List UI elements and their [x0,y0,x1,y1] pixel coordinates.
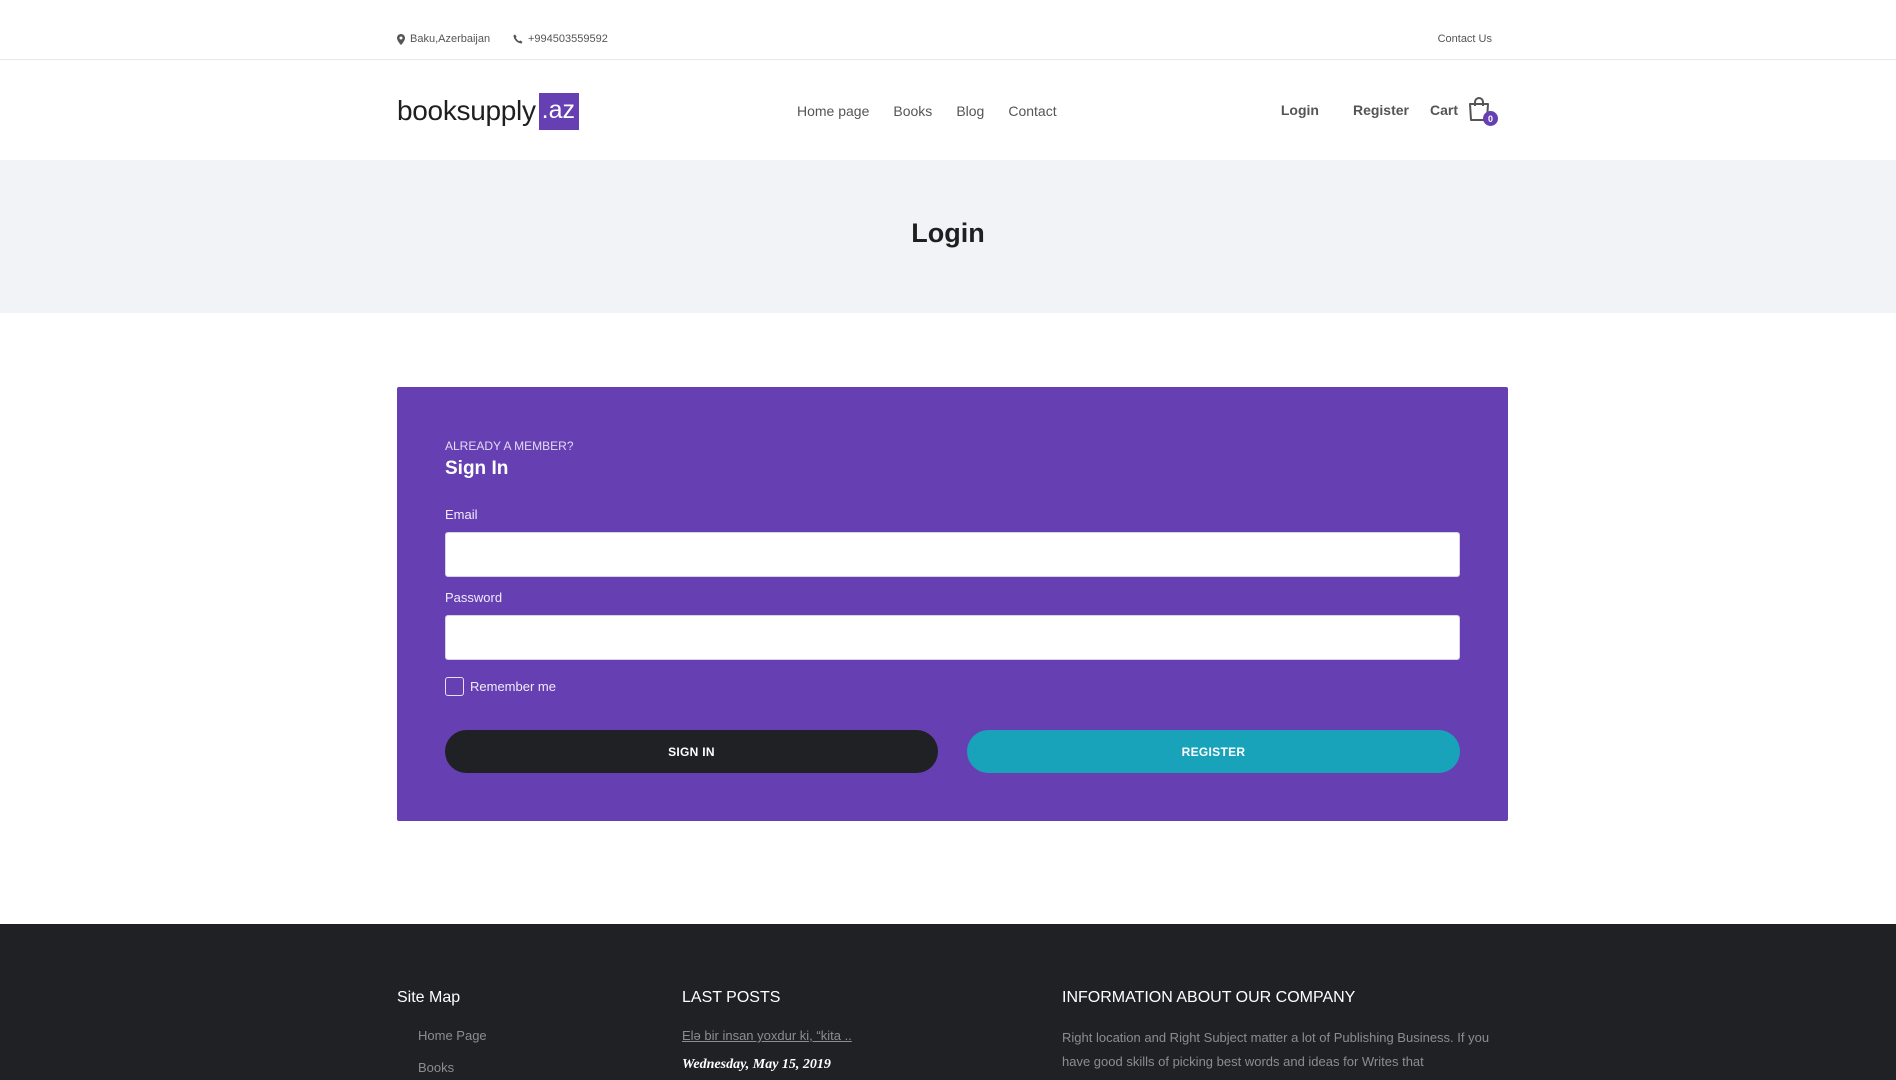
login-link[interactable]: Login [1281,102,1319,118]
email-field[interactable] [445,532,1460,577]
sign-in-button[interactable]: SIGN IN [445,730,938,773]
last-post-date: Wednesday, May 15, 2019 [682,1057,831,1072]
cart-link[interactable]: Cart [1430,102,1458,118]
site-map-title: Site Map [397,989,461,1006]
company-info-title: INFORMATION ABOUT OUR COMPANY [1062,989,1356,1006]
top-bar: Baku,Azerbaijan +994503559592 Contact Us [0,0,1896,60]
phone-info: +994503559592 [513,33,608,45]
footer-link-books[interactable]: Books [418,1060,454,1075]
last-posts-title: LAST POSTS [682,989,781,1006]
password-field[interactable] [445,615,1460,660]
register-button[interactable]: REGISTER [967,730,1460,773]
footer-link-home-page[interactable]: Home Page [418,1028,487,1043]
nav-blog[interactable]: Blog [956,103,984,119]
phone-icon [513,34,523,44]
location-text: Baku,Azerbaijan [410,33,491,45]
cart-button[interactable]: 0 [1468,96,1498,126]
map-marker-icon [397,33,405,45]
email-label: Email [445,507,478,522]
nav-books[interactable]: Books [893,103,932,119]
sign-in-card: ALREADY A MEMBER? Sign In Email Password… [397,387,1508,821]
site-header: booksupply .az Home page Books Blog Cont… [0,61,1896,160]
remember-me-checkbox[interactable] [445,677,464,696]
nav-home-page[interactable]: Home page [797,103,869,119]
remember-me[interactable]: Remember me [445,677,556,696]
register-link[interactable]: Register [1353,102,1409,118]
page-title: Login [911,218,985,248]
location-info: Baku,Azerbaijan [397,33,490,45]
last-post-link[interactable]: Elə bir insan yoxdur ki, “kita .. [682,1028,852,1043]
company-info-text: Right location and Right Subject matter … [1062,1030,1490,1069]
already-member-label: ALREADY A MEMBER? [445,439,574,453]
site-logo[interactable]: booksupply .az [397,92,580,130]
nav-contact[interactable]: Contact [1008,103,1056,119]
phone-text: +994503559592 [528,33,608,45]
sign-in-heading: Sign In [445,458,509,479]
contact-us-link[interactable]: Contact Us [1438,33,1492,45]
site-footer: Site Map Home Page Books LAST POSTS Elə … [0,924,1896,1080]
main-nav: Home page Books Blog Contact [797,103,1057,119]
remember-me-label: Remember me [470,679,556,694]
page-title-bar: Login [0,160,1896,313]
logo-tld-badge: .az [538,92,580,130]
logo-main-text: booksupply [397,95,536,126]
header-actions: Login Register Cart 0 [1281,96,1498,126]
password-label: Password [445,590,503,605]
cart-count-badge: 0 [1483,111,1498,126]
